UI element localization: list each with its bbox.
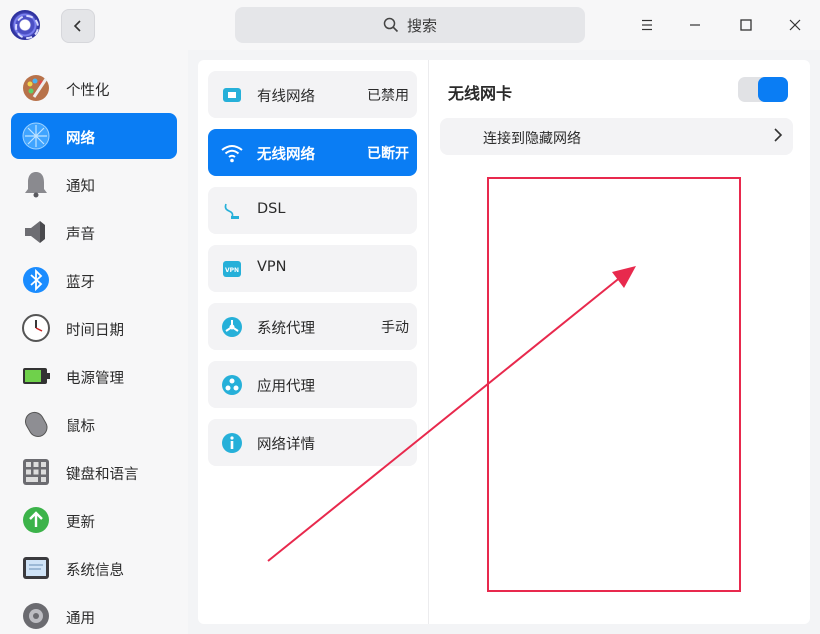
wireless-adapter-title: 无线网卡 [448, 84, 513, 103]
sidebar-item-label: 网络 [66, 131, 95, 147]
sidebar-item-update[interactable]: 更新 [11, 497, 177, 543]
network-item-vpn[interactable]: VPN VPN [208, 245, 417, 292]
wifi-icon [220, 141, 244, 165]
network-item-system-proxy[interactable]: 系统代理 手动 [208, 303, 417, 350]
app-logo-icon [10, 10, 40, 40]
back-button[interactable] [61, 9, 95, 43]
chevron-left-icon [73, 20, 81, 32]
wireless-toggle[interactable] [738, 77, 788, 102]
vpn-icon: VPN [220, 257, 244, 281]
sidebar-item-label: 时间日期 [66, 323, 124, 339]
search-label: 搜索 [406, 16, 437, 35]
network-item-label: 系统代理 [257, 321, 315, 337]
minimize-button[interactable] [680, 10, 710, 40]
network-item-label: 网络详情 [257, 437, 315, 453]
connect-hidden-network-button[interactable]: 连接到隐藏网络 [440, 118, 793, 155]
network-item-label: 无线网络 [257, 147, 315, 163]
column-divider [428, 60, 429, 624]
update-icon [21, 505, 51, 535]
info-icon [220, 431, 244, 455]
sidebar-item-power[interactable]: 电源管理 [11, 353, 177, 399]
palette-icon [21, 73, 51, 103]
sidebar-item-network[interactable]: 网络 [11, 113, 177, 159]
network-item-label: 应用代理 [257, 379, 315, 395]
system-info-icon [21, 553, 51, 583]
sidebar-item-mouse[interactable]: 鼠标 [11, 401, 177, 447]
svg-text:VPN: VPN [225, 267, 239, 274]
speaker-icon [21, 217, 51, 247]
sidebar-item-datetime[interactable]: 时间日期 [11, 305, 177, 351]
general-icon [21, 601, 51, 631]
network-item-label: 有线网络 [257, 89, 315, 105]
maximize-icon [740, 19, 752, 31]
network-item-status: 已禁用 [367, 88, 409, 104]
sidebar-item-personalization[interactable]: 个性化 [11, 65, 177, 111]
network-item-label: VPN [257, 259, 287, 275]
app-proxy-icon [220, 373, 244, 397]
menu-button[interactable] [632, 10, 662, 40]
sidebar-item-label: 键盘和语言 [66, 467, 139, 483]
title-bar: 搜索 [0, 0, 820, 50]
network-item-wireless[interactable]: 无线网络 已断开 [208, 129, 417, 176]
chevron-right-icon [773, 127, 783, 147]
sidebar-item-sound[interactable]: 声音 [11, 209, 177, 255]
sidebar-item-label: 更新 [66, 515, 95, 531]
network-icon [21, 121, 51, 151]
sidebar-item-label: 鼠标 [66, 419, 95, 435]
battery-icon [21, 361, 51, 391]
network-item-dsl[interactable]: DSL [208, 187, 417, 234]
sidebar-item-general[interactable]: 通用 [11, 593, 177, 634]
dsl-icon [220, 199, 244, 223]
sidebar-item-label: 蓝牙 [66, 275, 95, 291]
close-icon [789, 19, 801, 31]
network-item-status: 已断开 [367, 146, 409, 162]
network-item-app-proxy[interactable]: 应用代理 [208, 361, 417, 408]
sidebar-item-label: 系统信息 [66, 563, 124, 579]
system-proxy-icon [220, 315, 244, 339]
sidebar-item-label: 电源管理 [66, 371, 124, 387]
sidebar-item-notification[interactable]: 通知 [11, 161, 177, 207]
network-item-wired[interactable]: 有线网络 已禁用 [208, 71, 417, 118]
bell-icon [21, 169, 51, 199]
sidebar-item-label: 声音 [66, 227, 95, 243]
sidebar-item-label: 个性化 [66, 83, 110, 99]
sidebar-item-system-info[interactable]: 系统信息 [11, 545, 177, 591]
network-item-details[interactable]: 网络详情 [208, 419, 417, 466]
search-input[interactable]: 搜索 [235, 7, 585, 43]
sidebar-item-bluetooth[interactable]: 蓝牙 [11, 257, 177, 303]
sidebar-item-keyboard[interactable]: 键盘和语言 [11, 449, 177, 495]
hidden-network-label: 连接到隐藏网络 [483, 131, 581, 147]
network-item-status: 手动 [381, 320, 409, 336]
mouse-icon [21, 409, 51, 439]
keyboard-icon [21, 457, 51, 487]
wired-network-icon [220, 83, 244, 107]
minimize-icon [690, 24, 700, 26]
sidebar: 个性化 网络 通知 声音 蓝牙 时间日期 电源管理 鼠标 键盘和语言 更新 系统… [0, 50, 188, 634]
sidebar-item-label: 通用 [66, 611, 95, 627]
close-button[interactable] [780, 10, 810, 40]
menu-icon [642, 19, 652, 31]
sidebar-item-label: 通知 [66, 179, 95, 195]
network-item-label: DSL [257, 201, 286, 217]
clock-icon [21, 313, 51, 343]
bluetooth-icon [21, 265, 51, 295]
search-icon [383, 17, 399, 33]
maximize-button[interactable] [731, 10, 761, 40]
toggle-knob [758, 77, 788, 102]
